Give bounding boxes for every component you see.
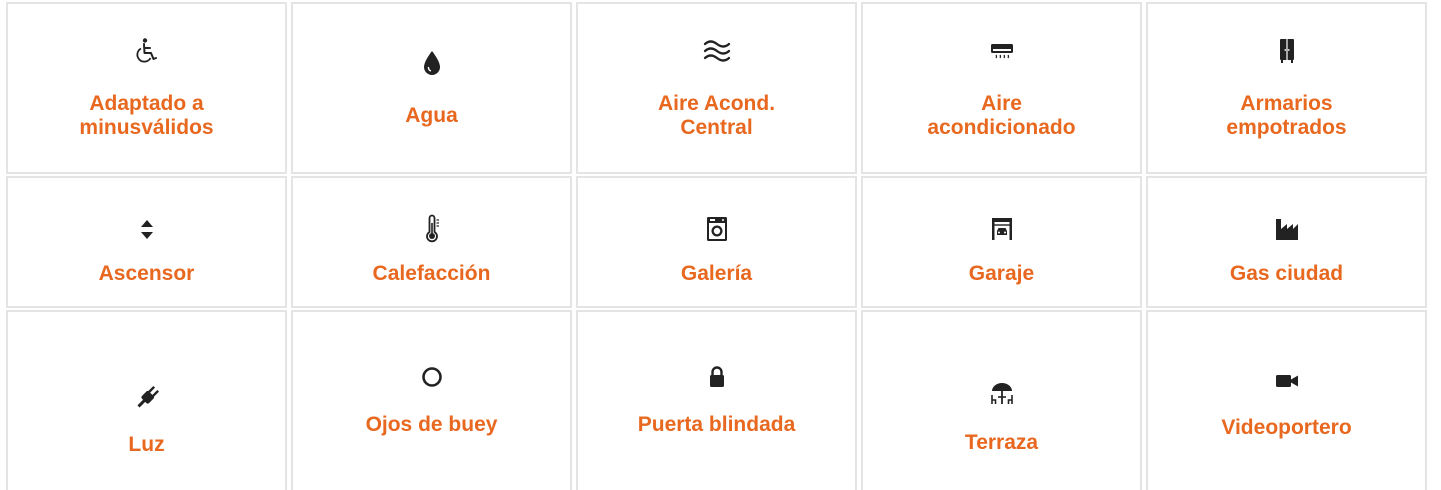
feature-label: Agua	[405, 104, 458, 127]
terrace-umbrella-icon	[987, 378, 1017, 408]
feature-cell-armarios: Armarios empotrados	[1146, 2, 1427, 174]
feature-label: Luz	[128, 433, 165, 456]
feature-cell-gas-ciudad: Gas ciudad	[1146, 176, 1427, 308]
garage-car-icon	[987, 214, 1017, 244]
washing-machine-icon	[702, 214, 732, 244]
wardrobe-icon	[1272, 36, 1302, 66]
feature-cell-aire-central: Aire Acond. Central	[576, 2, 857, 174]
water-drop-icon	[417, 48, 447, 78]
thermometer-icon	[417, 214, 447, 244]
feature-label: Adaptado a minusválidos	[79, 92, 214, 139]
feature-label: Ojos de buey	[365, 413, 498, 436]
feature-label: Aire Acond. Central	[657, 92, 776, 139]
feature-cell-ascensor: Ascensor	[6, 176, 287, 308]
feature-cell-ojos-de-buey: Ojos de buey	[291, 310, 572, 490]
factory-icon	[1272, 214, 1302, 244]
feature-label: Videoportero	[1221, 416, 1352, 439]
feature-cell-garaje: Garaje	[861, 176, 1142, 308]
plug-icon	[132, 383, 162, 413]
feature-cell-videoportero: Videoportero	[1146, 310, 1427, 490]
feature-cell-luz: Luz	[6, 310, 287, 490]
circle-icon	[417, 362, 447, 392]
feature-cell-adaptado: Adaptado a minusválidos	[6, 2, 287, 174]
feature-cell-galeria: Galería	[576, 176, 857, 308]
air-waves-icon	[702, 36, 732, 66]
feature-cell-terraza: Terraza	[861, 310, 1142, 490]
lock-icon	[702, 362, 732, 392]
feature-cell-calefaccion: Calefacción	[291, 176, 572, 308]
wheelchair-icon	[132, 36, 162, 66]
elevator-arrows-icon	[132, 214, 162, 244]
feature-label: Ascensor	[98, 262, 195, 285]
feature-label: Galería	[680, 262, 753, 285]
features-grid: Adaptado a minusválidos Agua Aire Acond.…	[6, 2, 1435, 490]
feature-label: Puerta blindada	[637, 413, 796, 436]
feature-cell-puerta-blindada: Puerta blindada	[576, 310, 857, 490]
feature-label: Armarios empotrados	[1226, 92, 1347, 139]
feature-label: Garaje	[968, 262, 1035, 285]
feature-label: Terraza	[964, 431, 1039, 454]
feature-cell-aire-acondicionado: Aire acondicionado	[861, 2, 1142, 174]
feature-label: Gas ciudad	[1229, 262, 1344, 285]
air-conditioner-icon	[987, 36, 1017, 66]
video-camera-icon	[1272, 366, 1302, 396]
feature-label: Calefacción	[372, 262, 491, 285]
feature-label: Aire acondicionado	[927, 92, 1076, 139]
feature-cell-agua: Agua	[291, 2, 572, 174]
